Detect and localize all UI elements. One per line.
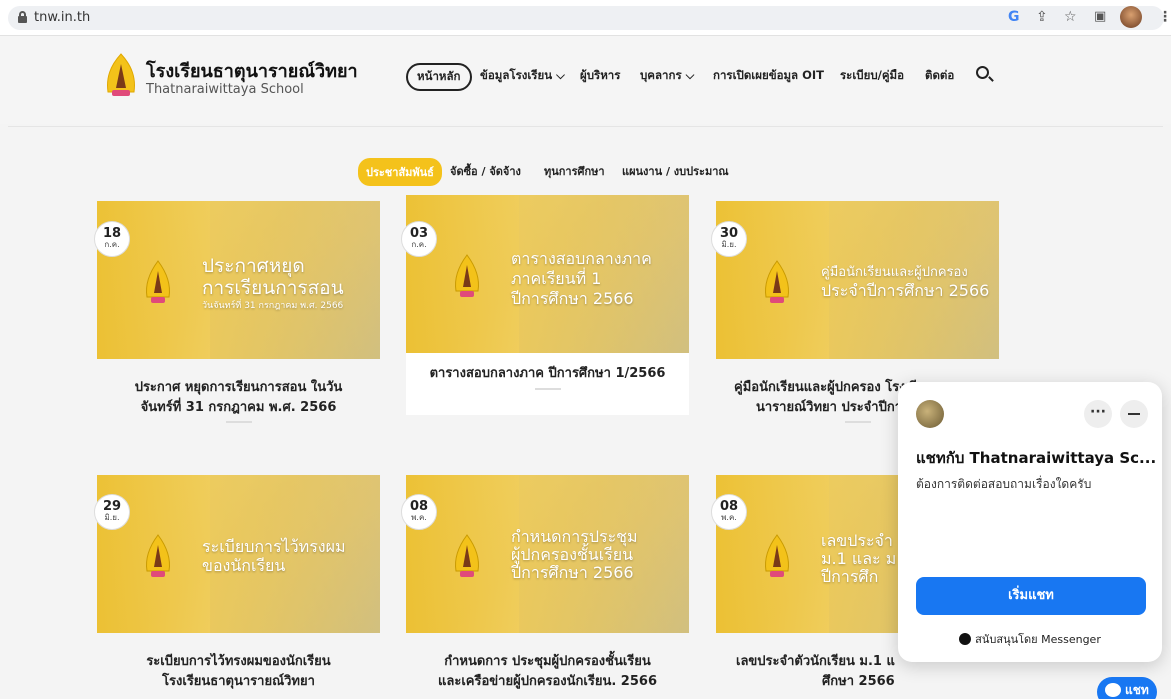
card-image-title: ภาคเรียนที่ 1 — [511, 269, 602, 288]
card-image-title: เลขประจำ — [821, 531, 893, 550]
browser-toolbar: tnw.in.th G ⇪ ☆ ▣ ⋮ — [0, 0, 1171, 36]
tab-procurement[interactable]: จัดซื้อ / จัดจ้าง — [450, 162, 521, 180]
card-image-title: ม.1 และ ม — [821, 549, 897, 568]
school-emblem-icon — [455, 254, 479, 297]
header-divider — [8, 126, 1163, 127]
school-emblem-icon — [146, 534, 170, 577]
minimize-icon[interactable] — [1120, 400, 1148, 428]
nav-personnel[interactable]: บุคลากร ⌵ — [640, 67, 694, 85]
news-card-image[interactable]: ประกาศหยุด การเรียนการสอน วันจันทร์ที่ 3… — [97, 201, 380, 359]
menu-icon[interactable]: ⋮ — [1158, 9, 1171, 25]
chat-greeting: ต้องการติดต่อสอบถามเรื่องใดครับ — [916, 477, 1092, 491]
chat-title: แชทกับ Thatnaraiwittaya Sc... — [916, 449, 1157, 467]
star-icon[interactable]: ☆ — [1064, 9, 1077, 25]
nav-home[interactable]: หน้าหลัก — [406, 63, 472, 91]
news-card-image[interactable]: ตารางสอบกลางภาค ภาคเรียนที่ 1 ปีการศึกษา… — [406, 195, 689, 353]
messenger-chat-panel: ··· แชทกับ Thatnaraiwittaya Sc... ต้องกา… — [898, 382, 1162, 662]
news-card-caption[interactable]: ตารางสอบกลางภาค ปีการศึกษา 1/2566 — [406, 364, 689, 384]
date-badge: 30 มิ.ย. — [711, 221, 747, 257]
caption-divider — [226, 421, 252, 423]
more-options-icon[interactable]: ··· — [1084, 400, 1112, 428]
tab-scholarships[interactable]: ทุนการศึกษา — [544, 162, 605, 180]
school-emblem-icon — [765, 534, 789, 577]
nav-administrators[interactable]: ผู้บริหาร — [580, 67, 620, 85]
nav-contact[interactable]: ติดต่อ — [925, 67, 954, 85]
date-badge: 08 พ.ค. — [401, 494, 437, 530]
school-emblem-icon — [455, 534, 479, 577]
profile-avatar[interactable] — [1120, 6, 1142, 28]
messenger-icon — [959, 633, 972, 645]
url-text[interactable]: tnw.in.th — [34, 10, 90, 25]
chat-launcher-button[interactable]: แชท — [1097, 677, 1157, 699]
brand-name-thai[interactable]: โรงเรียนธาตุนารายณ์วิทยา — [146, 56, 358, 85]
caption-divider — [535, 388, 561, 390]
brand-name-english[interactable]: Thatnaraiwittaya School — [146, 82, 304, 97]
nav-school-info[interactable]: ข้อมูลโรงเรียน ⌵ — [480, 67, 565, 85]
school-emblem-icon — [146, 260, 170, 303]
news-card-image[interactable]: คู่มือนักเรียนและผู้ปกครอง ประจำปีการศึก… — [716, 201, 999, 359]
card-image-title: ปีการศึก — [821, 567, 879, 586]
chat-bubble-icon — [1105, 683, 1121, 697]
news-card-image[interactable]: กำหนดการประชุม ผู้ปกครองชั้นเรียน ปีการศ… — [406, 475, 689, 633]
card-image-title: ตารางสอบกลางภาค — [511, 249, 652, 268]
news-card-caption[interactable]: กำหนดการ ประชุมผู้ปกครองชั้นเรียน และเครื… — [406, 652, 689, 692]
nav-regulations[interactable]: ระเบียบ/คู่มือ — [840, 67, 904, 85]
card-image-title: ปีการศึกษา 2566 — [511, 563, 634, 582]
address-bar[interactable] — [8, 6, 1164, 30]
date-badge: 03 ก.ค. — [401, 221, 437, 257]
messenger-footer[interactable]: สนับสนุนโดย Messenger — [898, 630, 1162, 648]
sidepanel-icon[interactable]: ▣ — [1094, 9, 1106, 24]
card-image-title: ประกาศหยุด — [202, 255, 305, 277]
card-image-title: กำหนดการประชุม — [511, 527, 638, 546]
card-image-title: ประจำปีการศึกษา 2566 — [821, 281, 990, 300]
news-card-image[interactable]: ระเบียบการไว้ทรงผม ของนักเรียน — [97, 475, 380, 633]
google-icon[interactable]: G — [1008, 9, 1020, 25]
card-image-title: ผู้ปกครองชั้นเรียน — [511, 545, 634, 564]
search-icon[interactable] — [976, 66, 989, 79]
card-image-subtitle: วันจันทร์ที่ 31 กรกฎาคม พ.ศ. 2566 — [202, 301, 344, 311]
school-emblem-icon — [765, 260, 789, 303]
school-logo-icon[interactable] — [100, 52, 142, 100]
news-card-caption[interactable]: ประกาศ หยุดการเรียนการสอน ในวัน จันทร์ที่… — [97, 378, 380, 418]
date-badge: 18 ก.ค. — [94, 221, 130, 257]
lock-icon[interactable] — [18, 11, 27, 23]
caption-divider — [845, 421, 871, 423]
news-card-body — [406, 353, 689, 415]
date-badge: 08 พ.ค. — [711, 494, 747, 530]
tab-public-relations[interactable]: ประชาสัมพันธ์ — [358, 158, 442, 186]
date-badge: 29 มิ.ย. — [94, 494, 130, 530]
card-image-title: ของนักเรียน — [202, 556, 286, 575]
nav-oit[interactable]: การเปิดเผยข้อมูล OIT — [713, 67, 824, 85]
page-avatar — [916, 400, 944, 428]
news-card-caption[interactable]: ระเบียบการไว้ทรงผมของนักเรียน โรงเรียนธาต… — [97, 652, 380, 692]
card-image-title: คู่มือนักเรียนและผู้ปกครอง — [821, 265, 968, 280]
share-icon[interactable]: ⇪ — [1036, 9, 1048, 25]
card-image-title: ปีการศึกษา 2566 — [511, 289, 634, 308]
card-image-title: การเรียนการสอน — [202, 277, 344, 299]
card-image-title: ระเบียบการไว้ทรงผม — [202, 537, 346, 556]
start-chat-button[interactable]: เริ่มแชท — [916, 577, 1146, 615]
tab-plans-budget[interactable]: แผนงาน / งบประมาณ — [622, 162, 729, 180]
